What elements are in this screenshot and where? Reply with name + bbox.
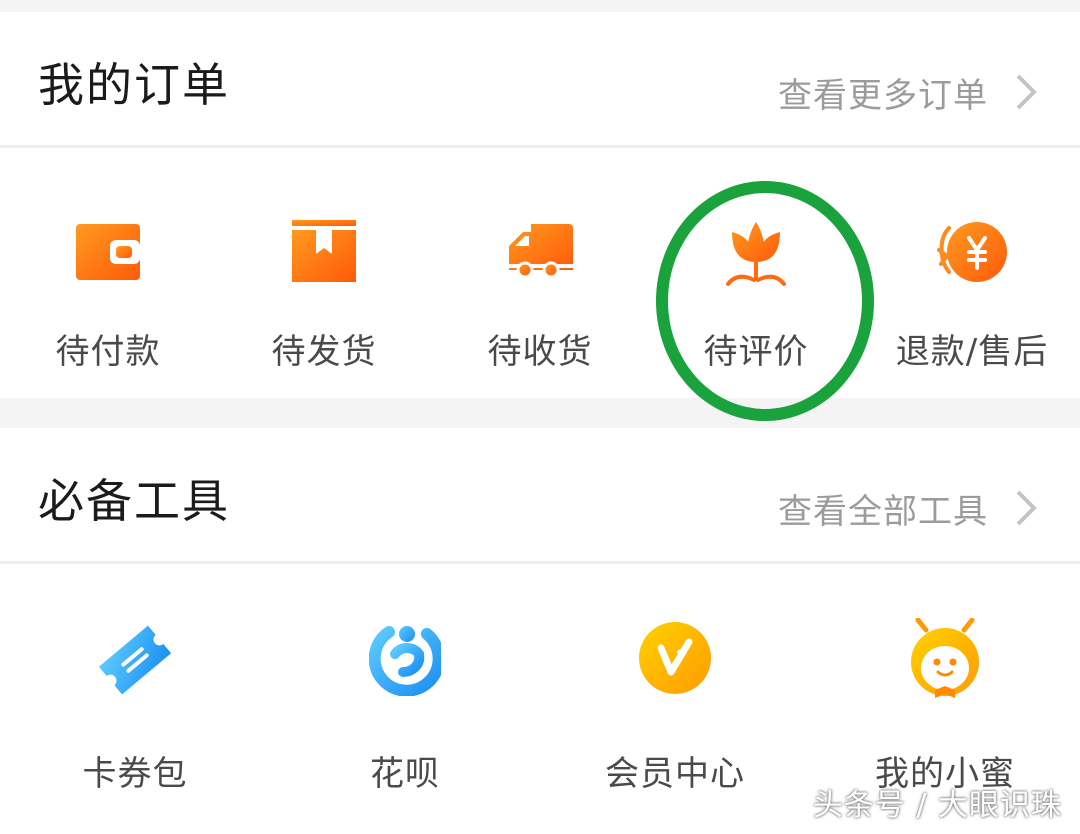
chevron-right-icon: [1016, 74, 1037, 110]
order-item-refund-aftersale[interactable]: 退款/售后: [864, 148, 1080, 398]
tools-card: 必备工具 查看全部工具 卡券包 花呗 会员中心 我的小蜜: [0, 428, 1080, 834]
vip-icon: [639, 622, 711, 694]
order-item-label: 待收货: [487, 332, 593, 372]
orders-title: 我的订单: [38, 58, 230, 112]
order-item-pending-shipment[interactable]: 待发货: [216, 148, 432, 398]
tool-item-huabei[interactable]: 花呗: [270, 564, 540, 834]
tool-item-coupons[interactable]: 卡券包: [0, 564, 270, 834]
refund-yuan-icon: [937, 222, 1007, 282]
orders-card: 我的订单 查看更多订单 待付款 待发货 待收货 待评价 退款/售后: [0, 12, 1080, 398]
truck-icon: [507, 224, 573, 279]
order-item-pending-review[interactable]: 待评价: [648, 148, 864, 398]
view-all-tools-link[interactable]: 查看全部工具: [778, 486, 1040, 532]
order-item-label: 待发货: [271, 332, 377, 372]
order-item-label: 待评价: [703, 332, 809, 372]
package-icon: [292, 220, 356, 282]
order-item-pending-receipt[interactable]: 待收货: [432, 148, 648, 398]
chevron-right-icon: [1016, 490, 1037, 526]
order-item-label: 退款/售后: [895, 332, 1049, 372]
tools-title: 必备工具: [38, 474, 230, 528]
order-item-pending-payment[interactable]: 待付款: [0, 148, 216, 398]
huabei-icon: [369, 626, 441, 696]
orders-header: 我的订单 查看更多订单: [0, 12, 1080, 148]
view-all-tools-label: 查看全部工具: [778, 491, 988, 532]
orders-grid: 待付款 待发货 待收货 待评价 退款/售后: [0, 148, 1080, 398]
ticket-icon: [98, 625, 172, 695]
bee-mascot-icon: [911, 618, 979, 698]
tool-item-label: 会员中心: [605, 754, 745, 794]
view-more-orders-link[interactable]: 查看更多订单: [778, 70, 1040, 116]
tool-item-label: 花呗: [370, 754, 440, 794]
wallet-icon: [76, 224, 140, 280]
tool-item-label: 卡券包: [82, 754, 188, 794]
tool-item-member-center[interactable]: 会员中心: [540, 564, 810, 834]
view-more-orders-label: 查看更多订单: [778, 75, 988, 116]
order-item-label: 待付款: [55, 332, 161, 372]
tools-header: 必备工具 查看全部工具: [0, 428, 1080, 564]
flower-icon: [726, 222, 786, 286]
watermark-text: 头条号 / 大眼识珠: [812, 788, 1062, 823]
